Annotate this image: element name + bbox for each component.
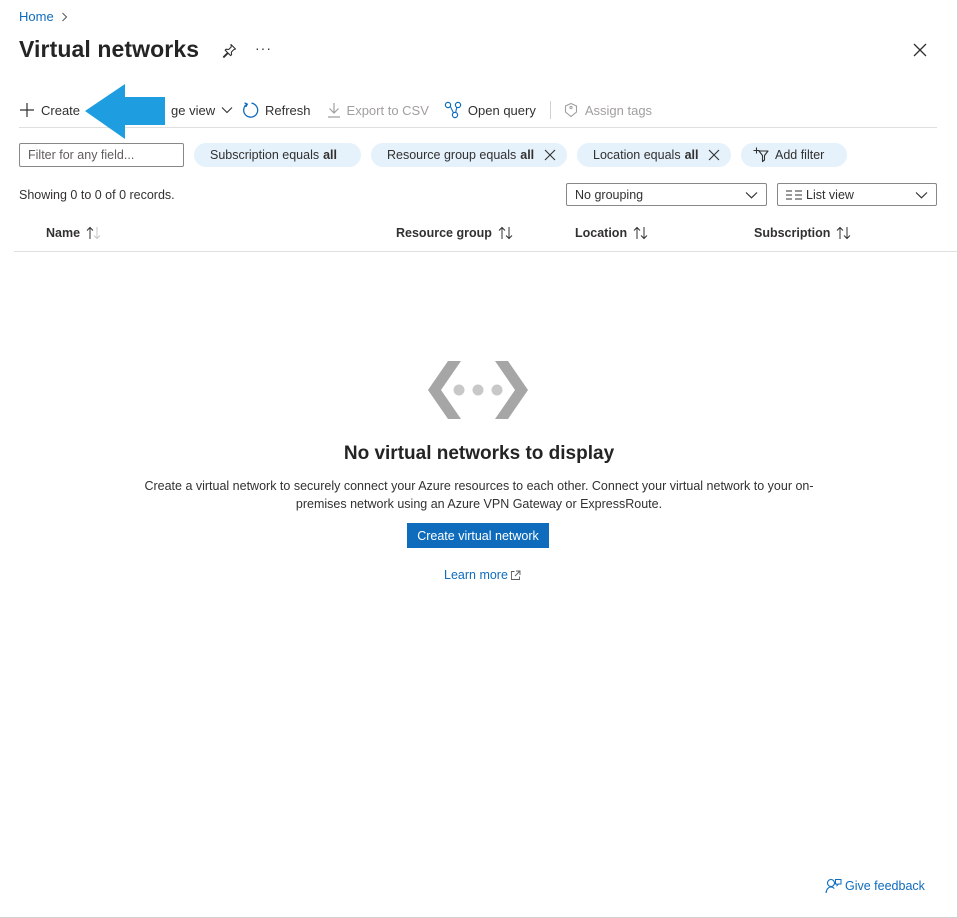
filter-input[interactable] — [19, 143, 184, 167]
give-feedback-label: Give feedback — [845, 879, 925, 893]
close-icon[interactable] — [708, 149, 720, 161]
column-header-name[interactable]: Name — [46, 226, 102, 240]
column-header-location[interactable]: Location — [575, 226, 649, 240]
close-icon[interactable] — [913, 43, 927, 57]
plus-icon — [19, 102, 41, 118]
network-icon — [428, 361, 528, 419]
subscription-filter-value: all — [323, 148, 338, 162]
feedback-icon — [825, 878, 845, 894]
view-dropdown[interactable]: List view — [777, 183, 937, 206]
breadcrumb-home-link[interactable]: Home — [19, 9, 54, 24]
create-label: Create — [41, 102, 81, 118]
refresh-icon — [241, 101, 265, 119]
chevron-down-icon — [745, 191, 758, 199]
column-header-label: Subscription — [754, 226, 831, 240]
close-icon[interactable] — [544, 149, 556, 161]
learn-more-link[interactable]: Learn more — [444, 568, 521, 582]
breadcrumb: Home — [19, 9, 68, 24]
table-header-divider — [14, 251, 958, 252]
column-header-label: Resource group — [396, 226, 492, 240]
column-header-resource-group[interactable]: Resource group — [396, 226, 514, 240]
chevron-down-icon — [915, 191, 928, 199]
sort-icon — [80, 226, 102, 240]
location-filter-label: Location equals — [593, 148, 681, 162]
records-count: Showing 0 to 0 of 0 records. — [19, 188, 175, 202]
open-query-button[interactable]: Open query — [444, 98, 536, 122]
subscription-filter-pill[interactable]: Subscription equals all — [194, 143, 361, 167]
grouping-value: No grouping — [575, 187, 644, 202]
export-csv-button[interactable]: Export to CSV — [327, 98, 429, 122]
export-csv-label: Export to CSV — [346, 102, 429, 118]
add-filter-button[interactable]: Add filter — [741, 143, 847, 167]
give-feedback-link[interactable]: Give feedback — [825, 878, 925, 894]
column-header-label: Location — [575, 226, 628, 240]
open-query-label: Open query — [467, 102, 536, 118]
learn-more-label: Learn more — [444, 568, 508, 582]
external-link-icon — [508, 570, 521, 581]
assign-tags-label: Assign tags — [584, 102, 653, 118]
sort-icon — [492, 226, 514, 240]
resource-group-filter-value: all — [520, 148, 535, 162]
location-filter-pill[interactable]: Location equals all — [577, 143, 731, 167]
column-header-subscription[interactable]: Subscription — [754, 226, 852, 240]
manage-view-label: ge view — [171, 102, 216, 118]
grouping-dropdown[interactable]: No grouping — [566, 183, 767, 206]
tag-icon — [563, 102, 585, 118]
column-header-label: Name — [46, 226, 81, 240]
filter-add-icon — [753, 147, 771, 163]
refresh-label: Refresh — [265, 102, 311, 118]
resource-group-filter-pill[interactable]: Resource group equals all — [371, 143, 567, 167]
chevron-right-icon — [61, 12, 68, 22]
download-icon — [327, 102, 347, 118]
add-filter-label: Add filter — [775, 148, 825, 162]
create-virtual-network-button[interactable]: Create virtual network — [407, 523, 549, 548]
empty-state-description: Create a virtual network to securely con… — [144, 479, 814, 511]
list-icon — [786, 190, 806, 200]
subscription-filter-label: Subscription equals — [210, 148, 320, 162]
pin-icon[interactable] — [222, 43, 237, 58]
toolbar-divider — [549, 101, 551, 119]
more-actions-button[interactable]: ··· — [255, 40, 272, 56]
query-icon — [444, 101, 468, 119]
sort-icon — [627, 226, 649, 240]
chevron-down-icon — [221, 106, 239, 114]
refresh-button[interactable]: Refresh — [241, 98, 311, 122]
view-value: List view — [806, 187, 854, 202]
page-title: Virtual networks — [19, 36, 200, 62]
blade: Home Virtual networks ··· Create ge view — [0, 0, 958, 918]
empty-state-title: No virtual networks to display — [343, 443, 615, 464]
sort-icon — [830, 226, 852, 240]
location-filter-value: all — [684, 148, 699, 162]
resource-group-filter-label: Resource group equals — [387, 148, 517, 162]
arrow-annotation-icon — [85, 84, 165, 139]
assign-tags-button[interactable]: Assign tags — [563, 98, 652, 122]
